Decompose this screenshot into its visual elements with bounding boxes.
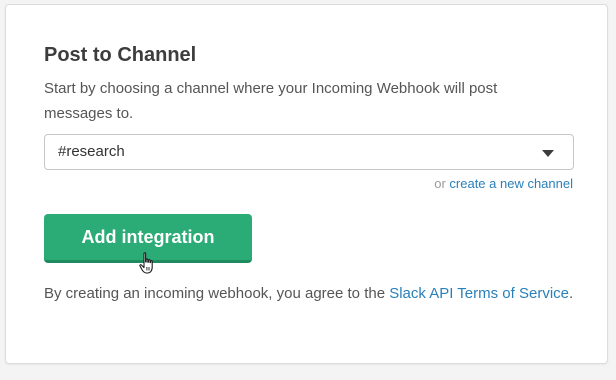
- create-channel-prefix: or: [434, 176, 446, 191]
- section-description: Start by choosing a channel where your I…: [44, 80, 498, 122]
- post-to-channel-card: Post to Channel Start by choosing a chan…: [5, 4, 608, 364]
- terms-prefix: By creating an incoming webhook, you agr…: [44, 285, 386, 302]
- hand-pointer-icon: [139, 252, 153, 274]
- create-channel-line: or create a new channel: [434, 176, 573, 192]
- slack-api-terms-link[interactable]: Slack API Terms of Service: [389, 285, 569, 302]
- section-title: Post to Channel: [44, 44, 197, 66]
- caret-down-icon: [542, 150, 554, 157]
- terms-notice: By creating an incoming webhook, you agr…: [44, 281, 574, 306]
- create-new-channel-link[interactable]: create a new channel: [449, 176, 573, 191]
- terms-suffix: .: [569, 285, 574, 302]
- channel-select[interactable]: #research: [44, 134, 574, 170]
- channel-select-value: #research: [58, 143, 125, 160]
